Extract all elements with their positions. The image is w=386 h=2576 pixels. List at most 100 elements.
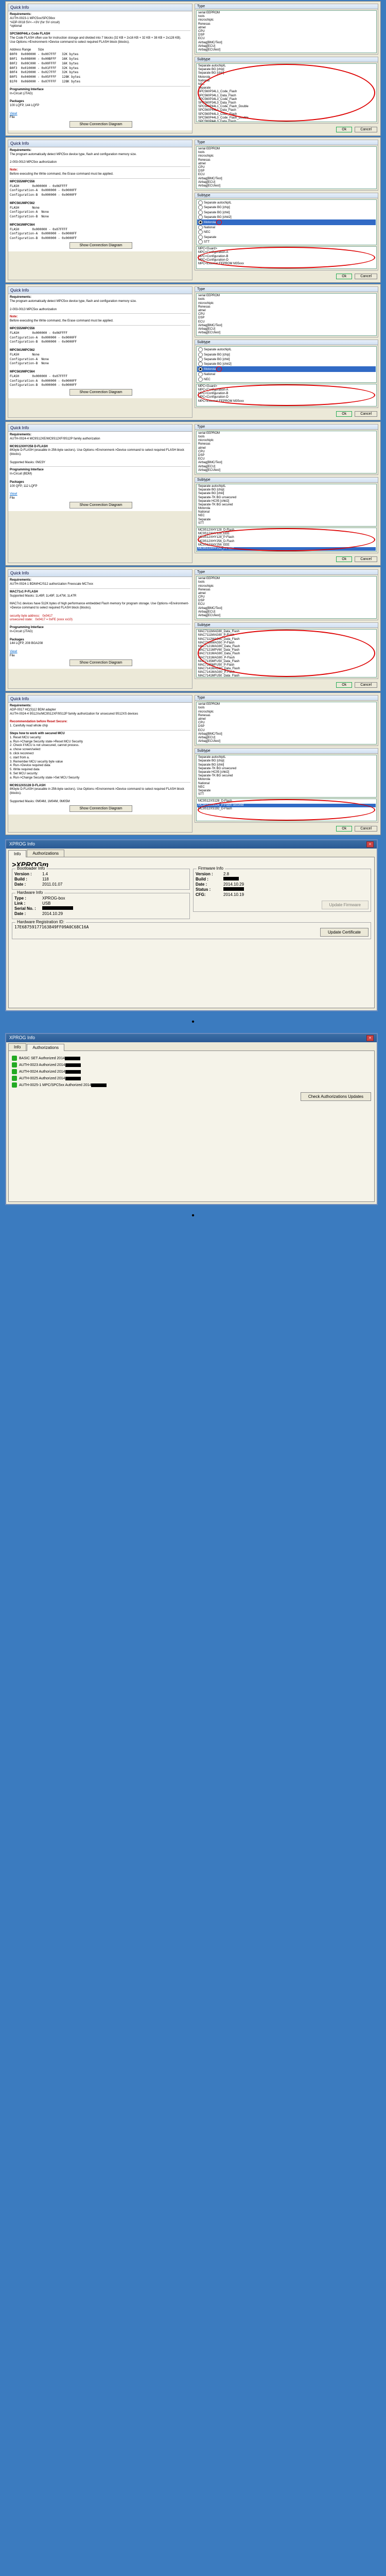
- panel-title: Quick Info: [8, 425, 192, 432]
- check-icon: [12, 1062, 17, 1067]
- cancel-button[interactable]: Cancel: [355, 826, 377, 832]
- subtype-list-top[interactable]: Separate autochipIL Separate BG [chip] S…: [196, 199, 377, 245]
- view-link[interactable]: View!: [10, 650, 17, 653]
- subtype-list-bottom[interactable]: MC9S12XHY128_D-FlashMC9S12XHY128_EEEMC9S…: [196, 528, 377, 552]
- s2-heading: MPC561/MPC562: [10, 202, 34, 205]
- tab-authorizations[interactable]: Authorizations: [27, 850, 64, 857]
- update-certificate-button[interactable]: Update Certificate: [320, 928, 369, 937]
- hardware-fieldset: Hardware Info Type :XPROG-box Link :USB …: [12, 893, 190, 919]
- req-heading: Requirements:: [10, 149, 31, 152]
- bootloader-fieldset: Bootloader Info Version :1.4 Build :118 …: [12, 869, 190, 890]
- ok-button[interactable]: Ok: [336, 411, 352, 417]
- note-heading: Note:: [10, 168, 17, 172]
- s3-text: FLASH 0x000000 - 0x07FFFF Configuration-…: [10, 228, 77, 241]
- ok-button[interactable]: Ok: [336, 826, 352, 832]
- pkg-heading: Packages: [10, 100, 24, 103]
- security-byte: security byte address: 0x0417 unsecured …: [10, 615, 73, 622]
- select-device-dialog-5: Quick Info Requirements: AUTH-0024-1 BDM…: [5, 567, 381, 691]
- check-authorizations-button[interactable]: Check Authorizations Updates: [301, 1092, 371, 1101]
- subtype-group: Subtype Separate autochipILSeparate BG […: [195, 57, 378, 124]
- separator-dot: •: [0, 1209, 386, 1223]
- type-list[interactable]: serial EEPROMtoolsmicrochiplcRenesasatme…: [196, 431, 377, 473]
- select-device-dialog-3: Quick Info Requirements: The program aut…: [5, 284, 381, 420]
- subtype-list-bottom[interactable]: MC9S12XS128_D-FlashMC9S12XS128_P-Flash s…: [196, 799, 377, 821]
- close-icon[interactable]: ×: [366, 841, 374, 848]
- registration-id: 17E68759177163849FF09A0C68C16A: [14, 925, 89, 929]
- xprog-info-dialog: XPROG Info× Info Authorizations >XPROGm …: [5, 839, 378, 1011]
- prog-heading: Programming Interface: [10, 88, 44, 91]
- pkg-text: 100 LQFP, 144 LQFP: [10, 104, 39, 107]
- window-title: XPROG Info: [9, 841, 35, 848]
- panel-title: Quick Info: [8, 570, 192, 577]
- registration-fieldset: Hardware Registration ID: 17E68759177163…: [12, 922, 371, 939]
- tab-info[interactable]: Info: [8, 850, 26, 857]
- cancel-button[interactable]: Cancel: [355, 682, 377, 688]
- tab-info[interactable]: Info: [8, 1043, 26, 1050]
- check-icon: [12, 1069, 17, 1074]
- check-icon: [12, 1082, 17, 1088]
- ok-button[interactable]: Ok: [336, 127, 352, 132]
- serial-redacted: [42, 906, 73, 910]
- type-list[interactable]: serial EEPROMtoolsmicrochiplcRenesasatme…: [196, 293, 377, 336]
- file-label: File: [10, 116, 15, 119]
- type-list[interactable]: serial EEPROMtoolsmicrochiplcRenesasatme…: [196, 10, 377, 53]
- show-connection-button[interactable]: Show Connection Diagram: [69, 502, 132, 509]
- s2-text: FLASH None Configuration-A None Configur…: [10, 206, 49, 219]
- quick-info-panel: Quick Info Requirements: The program aut…: [8, 140, 192, 280]
- table-body: B0F0 0x000000 - 0x007FFF 32K bytes B0F1 …: [10, 53, 80, 83]
- subtype-list[interactable]: Separate autochipILSeparate BG [chip]Sep…: [196, 63, 377, 122]
- cancel-button[interactable]: Cancel: [355, 556, 377, 562]
- cancel-button[interactable]: Cancel: [355, 127, 377, 132]
- view-link[interactable]: View!: [10, 112, 17, 115]
- show-connection-button[interactable]: Show Connection Diagram: [69, 659, 132, 666]
- s3-heading: MPC563/MPC564: [10, 224, 34, 227]
- show-connection-button[interactable]: Show Connection Diagram: [69, 242, 132, 249]
- section-heading: SPC560P44Lx Code FLASH: [10, 32, 50, 36]
- quick-info-panel: Quick Info Requirements: AUTH-0023-1 MPC…: [8, 4, 192, 133]
- show-connection-button[interactable]: Show Connection Diagram: [69, 805, 132, 812]
- subtype-list-bottom[interactable]: MPC<Guard>MPC<Configuration-AMPC<Configu…: [196, 384, 377, 406]
- subtype-list-top[interactable]: Separate autochipILSeparate BG [chip]Sep…: [196, 484, 377, 527]
- view-link[interactable]: View!: [10, 493, 17, 496]
- ok-button[interactable]: Ok: [336, 556, 352, 562]
- panel-title: Quick Info: [8, 287, 192, 294]
- type-list[interactable]: serial EEPROMtoolsmicrochiplcRenesasatme…: [196, 576, 377, 619]
- update-firmware-button[interactable]: Update Firmware: [322, 901, 369, 909]
- s1-heading: MPC555/MPC556: [10, 180, 34, 183]
- authorization-list: BASIC SET Authorized 2014 AUTH-0023 Auth…: [12, 1056, 371, 1088]
- type-group: Type serial EEPROMtoolsmicrochiplcRenesa…: [195, 4, 378, 55]
- xprog-auth-dialog: XPROG Info × Info Authorizations BASIC SE…: [5, 1033, 378, 1205]
- note-text: Before executing the Write command, the …: [10, 173, 113, 176]
- table-header: Address Range Size: [10, 48, 44, 52]
- subtype-list[interactable]: MAC7111MAG80_Data_FlashMAC7111MAG80_P-Fl…: [196, 629, 377, 677]
- req-text: The program automatically detect MPC5xx …: [10, 153, 136, 164]
- show-connection-button[interactable]: Show Connection Diagram: [69, 389, 132, 396]
- window-title: XPROG Info: [9, 1035, 35, 1041]
- ok-button[interactable]: Ok: [336, 682, 352, 688]
- cancel-button[interactable]: Cancel: [355, 411, 377, 417]
- type-list[interactable]: serial EEPROMtoolsmicrochiplcRenesasatme…: [196, 702, 377, 744]
- separator-dot: •: [0, 1015, 386, 1029]
- select-device-dialog-1: Quick Info Requirements: AUTH-0023-1 MPC…: [5, 1, 381, 136]
- prog-text: In-Circuit (JTAG): [10, 92, 33, 95]
- check-icon: [12, 1076, 17, 1081]
- close-icon[interactable]: ×: [366, 1035, 374, 1041]
- section-text: The Code FLASH often use for instruction…: [10, 37, 181, 44]
- req-text: AUTH-0023-1 MPC5xx/SPC56xx *ADP-0018 5V<…: [10, 17, 60, 28]
- s1-text: FLASH 0x000000 - 0x06FFFF Configuration-…: [10, 184, 77, 197]
- subtype-list-top[interactable]: Separate autochipIL Separate BG [chip] S…: [196, 346, 377, 383]
- ok-button[interactable]: Ok: [336, 274, 352, 279]
- tab-authorizations[interactable]: Authorizations: [27, 1044, 64, 1051]
- select-device-dialog-4: Quick Info Requirements: AUTH-0024-4 MC9…: [5, 421, 381, 566]
- type-list[interactable]: serial EEPROMtoolsmicrochiplcRenesasatme…: [196, 146, 377, 189]
- check-icon: [12, 1056, 17, 1061]
- req-heading: Requirements:: [10, 13, 31, 16]
- panel-title: Quick Info: [8, 140, 192, 147]
- brand-logo: >XPROGm: [12, 860, 371, 869]
- subtype-list-top[interactable]: Separate autochipILSeparate BG [chip]Sep…: [196, 755, 377, 798]
- firmware-fieldset: Firmware Info Version :2.8 Build : Date …: [193, 869, 371, 912]
- show-connection-button[interactable]: Show Connection Diagram: [69, 121, 132, 128]
- cancel-button[interactable]: Cancel: [355, 274, 377, 279]
- subtype-list-bottom[interactable]: MPC<Guard>MPC<Configuration-AMPC<Configu…: [196, 246, 377, 269]
- select-device-dialog-2: Quick Info Requirements: The program aut…: [5, 137, 381, 283]
